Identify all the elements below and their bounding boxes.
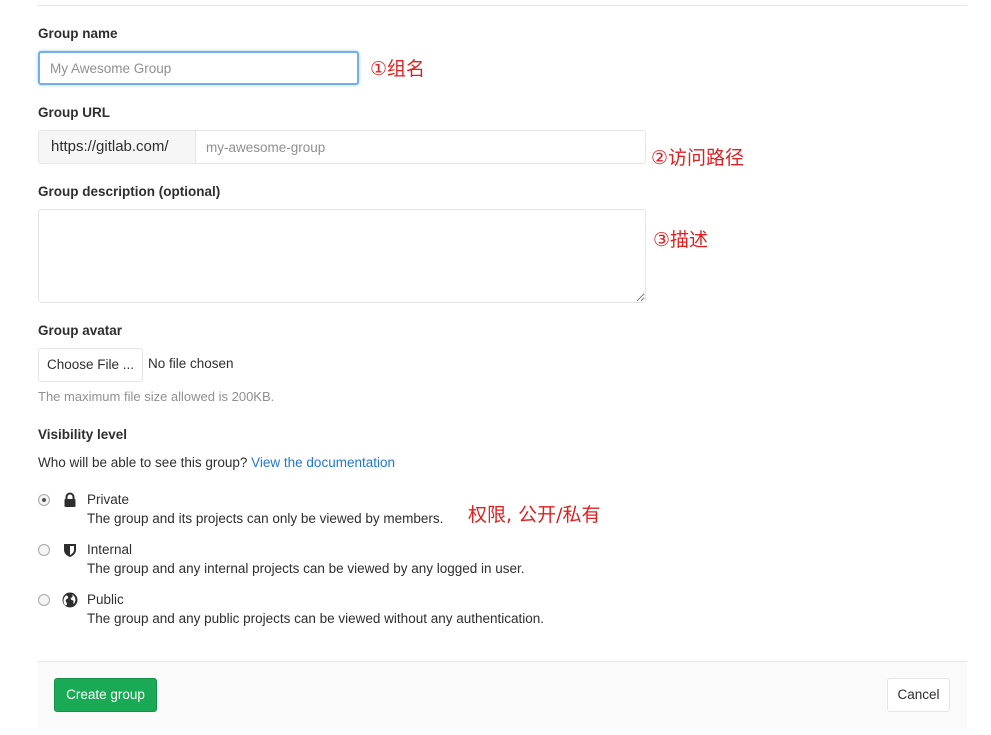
visibility-internal-description: The group and any internal projects can …	[87, 561, 525, 576]
visibility-question-text: Who will be able to see this group?	[38, 455, 248, 470]
visibility-label: Visibility level	[38, 427, 128, 442]
radio-public[interactable]	[38, 594, 50, 606]
group-avatar-label: Group avatar	[38, 323, 123, 338]
group-description-textarea[interactable]	[38, 209, 646, 303]
visibility-public-title: Public	[87, 592, 124, 607]
choose-file-button[interactable]: Choose File ...	[38, 348, 143, 382]
visibility-question: Who will be able to see this group? View…	[38, 455, 395, 470]
annotation-group-name: ①组名	[370, 58, 426, 80]
file-status: No file chosen	[148, 356, 234, 371]
group-url-prefix: https://gitlab.com/	[38, 130, 196, 164]
globe-icon	[62, 592, 78, 608]
radio-private[interactable]	[38, 494, 50, 506]
lock-icon	[64, 492, 76, 507]
group-name-input[interactable]	[38, 51, 359, 85]
visibility-private-description: The group and its projects can only be v…	[87, 511, 444, 526]
shield-icon	[64, 544, 76, 557]
documentation-link[interactable]: View the documentation	[251, 455, 395, 470]
create-group-button[interactable]: Create group	[54, 678, 157, 712]
visibility-public-description: The group and any public projects can be…	[87, 611, 545, 626]
annotation-description: ③描述	[653, 229, 709, 251]
annotation-group-url: ②访问路径	[651, 147, 745, 169]
visibility-internal-title: Internal	[87, 542, 133, 557]
top-divider	[38, 5, 967, 6]
group-url-input[interactable]	[195, 130, 646, 164]
cancel-button[interactable]: Cancel	[887, 678, 950, 712]
visibility-private-title: Private	[87, 492, 130, 507]
group-description-label: Group description (optional)	[38, 184, 221, 199]
annotation-visibility: 权限, 公开/私有	[468, 504, 601, 526]
avatar-help-text: The maximum file size allowed is 200KB.	[38, 389, 275, 404]
form-actions-footer	[38, 661, 967, 728]
group-name-label: Group name	[38, 26, 118, 41]
radio-internal[interactable]	[38, 544, 50, 556]
group-url-label: Group URL	[38, 105, 110, 120]
